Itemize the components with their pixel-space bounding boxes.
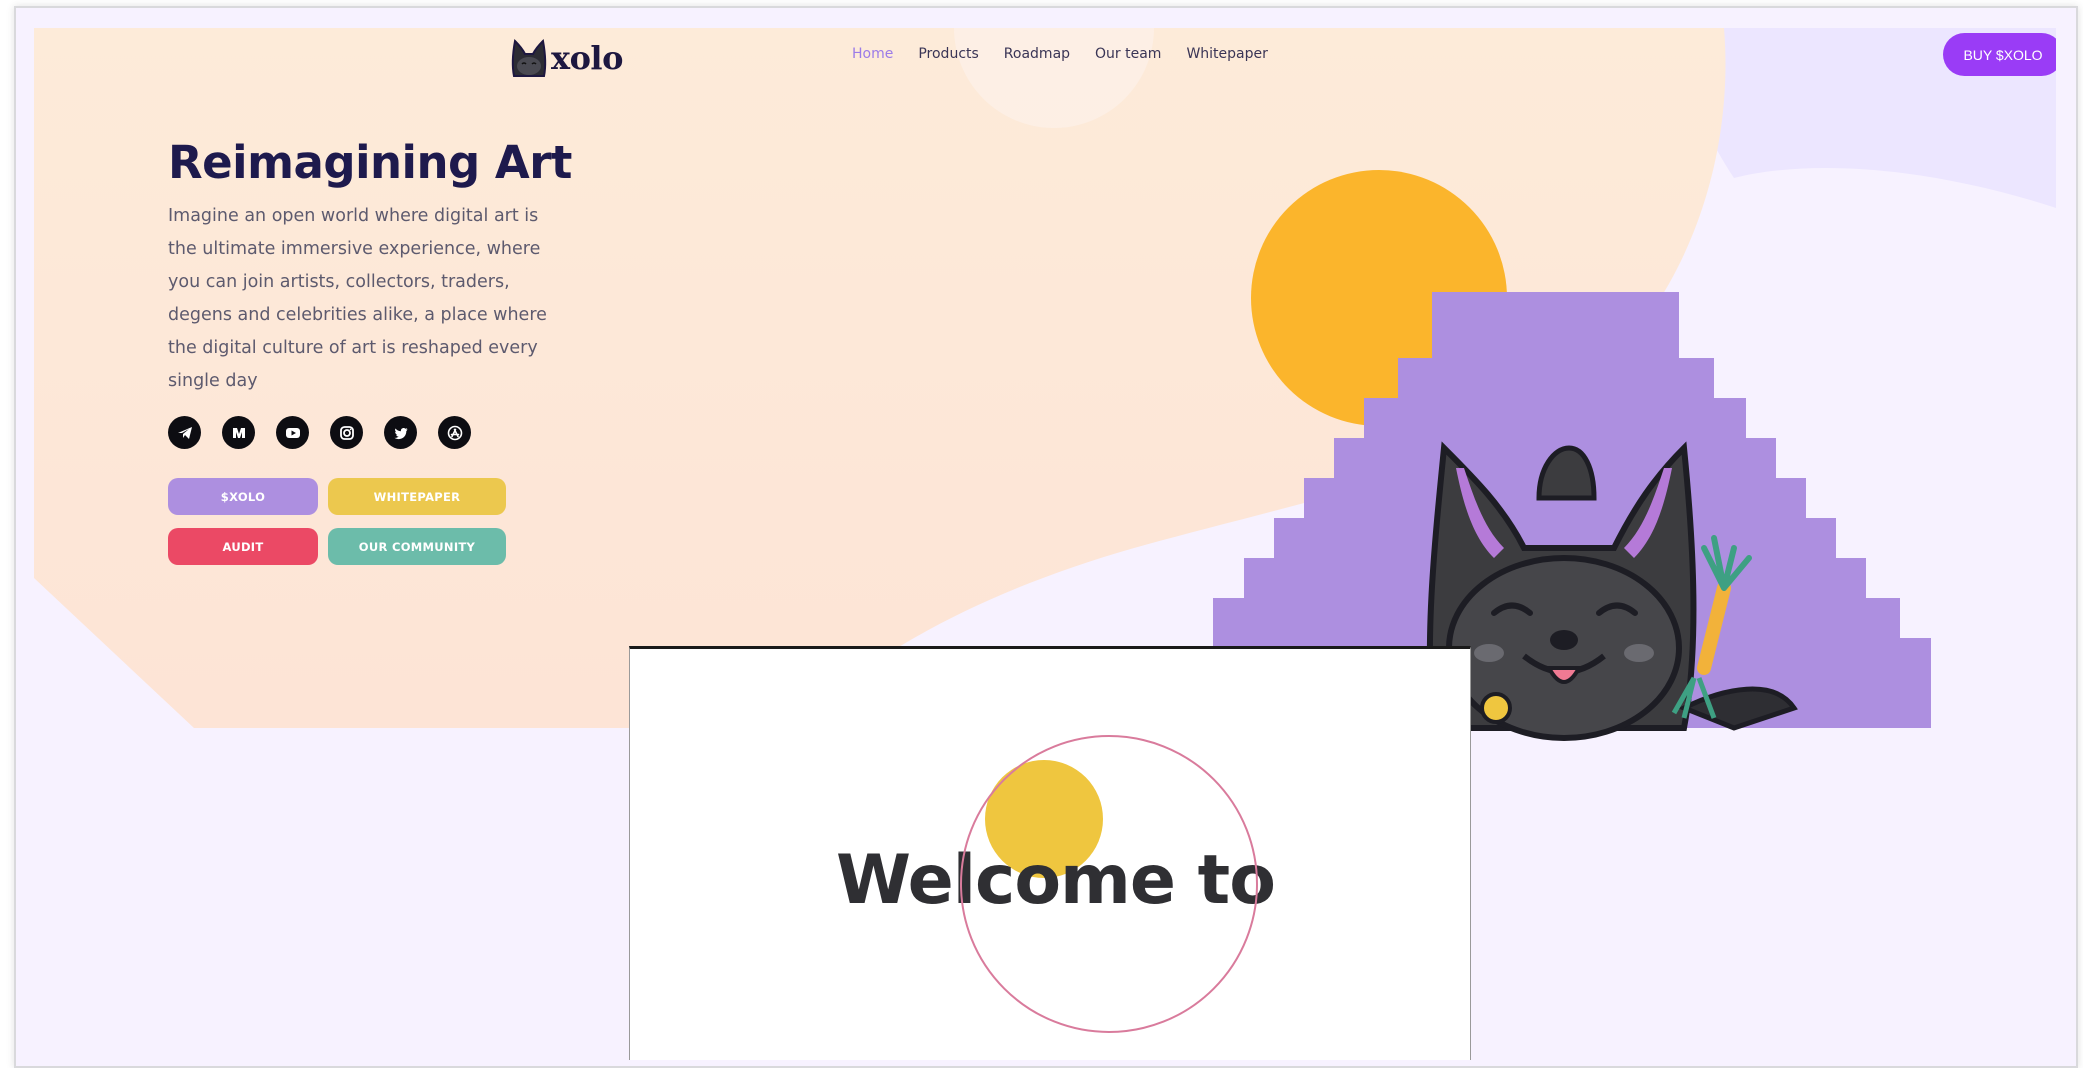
youtube-icon[interactable] [276,416,309,449]
social-links [168,416,471,449]
instagram-icon[interactable] [330,416,363,449]
nav-item-our-team[interactable]: Our team [1095,46,1161,62]
welcome-card: Welcome to [629,646,1471,1060]
our-community-button[interactable]: OUR COMMUNITY [328,528,506,565]
audit-button[interactable]: AUDIT [168,528,318,565]
hero-description: Imagine an open world where digital art … [168,206,547,391]
hero-title: Reimagining Art [168,136,572,189]
xolo-dog-head-icon [511,38,547,77]
landing-page: xolo Home Products Roadmap Our team Whit… [34,28,2056,1060]
main-nav: Home Products Roadmap Our team Whitepape… [852,46,1293,62]
telegram-icon[interactable] [168,416,201,449]
app-store-icon[interactable] [438,416,471,449]
nav-item-roadmap[interactable]: Roadmap [1004,46,1070,62]
brand-name: xolo [551,39,623,77]
xolo-button[interactable]: $XOLO [168,478,318,515]
buy-xolo-button[interactable]: BUY $XOLO [1943,33,2056,76]
welcome-ring [960,735,1258,1033]
whitepaper-button[interactable]: WHITEPAPER [328,478,506,515]
nav-item-products[interactable]: Products [918,46,978,62]
browser-frame: xolo Home Products Roadmap Our team Whit… [14,6,2078,1068]
nav-item-whitepaper[interactable]: Whitepaper [1186,46,1267,62]
nav-item-home[interactable]: Home [852,46,893,62]
medium-icon[interactable] [222,416,255,449]
twitter-icon[interactable] [384,416,417,449]
brand-logo[interactable]: xolo [509,36,623,80]
